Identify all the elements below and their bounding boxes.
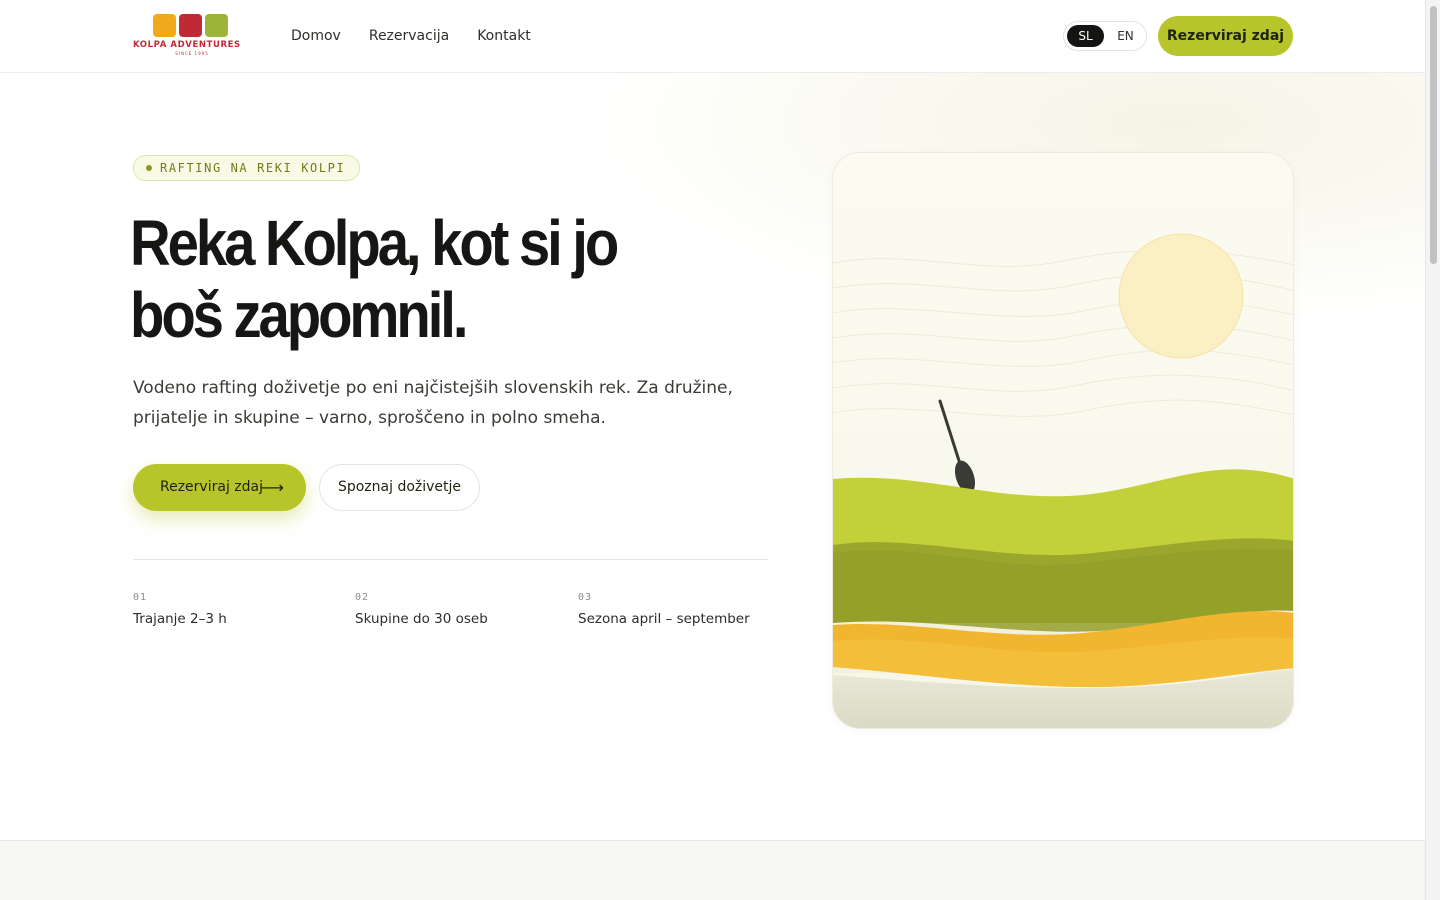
main-nav: Domov Rezervacija Kontakt [291, 26, 531, 46]
scrollbar[interactable] [1425, 0, 1440, 900]
hero-book-button-label: Rezerviraj zdaj [160, 479, 263, 495]
logo-since: SINCE 1995 [175, 51, 209, 56]
logo[interactable]: KOLPA ADVENTURES SINCE 1995 [133, 14, 251, 58]
hero-subtitle: Vodeno rafting doživetje po eni najčiste… [133, 378, 733, 428]
stat-item: 03 Sezona april – september [578, 592, 750, 627]
paddle-icon [938, 399, 976, 494]
logo-tile-red-icon [179, 14, 202, 37]
sun-icon [1118, 233, 1244, 359]
nav-item-kontakt[interactable]: Kontakt [477, 26, 531, 46]
nav-item-rezervacija[interactable]: Rezervacija [369, 26, 449, 46]
arrow-right-icon: ⟶ [261, 478, 284, 497]
stat-item: 01 Trajanje 2–3 h [133, 592, 227, 627]
header-book-button[interactable]: Rezerviraj zdaj [1158, 16, 1293, 56]
hero-title-line-2: boš zapomnil. [130, 279, 469, 351]
stat-label: Skupine do 30 oseb [355, 611, 488, 627]
next-section [0, 840, 1425, 900]
hero-divider [133, 559, 768, 560]
logo-wordmark: KOLPA ADVENTURES [133, 40, 241, 50]
hero-illustration [832, 152, 1294, 729]
hero-badge-text: RAFTING NA REKI KOLPI [160, 161, 346, 175]
stat-number: 03 [578, 592, 593, 603]
badge-dot-icon [146, 165, 152, 171]
stat-label: Trajanje 2–3 h [133, 611, 227, 627]
scrollbar-thumb[interactable] [1430, 6, 1437, 264]
hero-learn-more-button[interactable]: Spoznaj doživetje [319, 464, 480, 511]
logo-tile-orange-icon [153, 14, 176, 37]
stat-label: Sezona april – september [578, 611, 750, 627]
hero-title-line-1: Reka Kolpa, kot si jo [130, 207, 619, 279]
stat-number: 02 [355, 592, 370, 603]
stat-item: 02 Skupine do 30 oseb [355, 592, 488, 627]
site-header: KOLPA ADVENTURES SINCE 1995 Domov Rezerv… [0, 0, 1425, 73]
language-switcher: SL EN [1063, 21, 1147, 51]
hero-book-button[interactable]: Rezerviraj zdaj ⟶ [133, 464, 306, 511]
logo-tile-green-icon [205, 14, 228, 37]
hero-badge: RAFTING NA REKI KOLPI [133, 155, 361, 181]
hero-title: Reka Kolpa, kot si jo boš zapomnil. [130, 207, 623, 351]
river-illustration [833, 233, 1293, 728]
lang-option-en[interactable]: EN [1107, 25, 1144, 47]
logo-icons [153, 14, 251, 37]
nav-item-domov[interactable]: Domov [291, 26, 341, 46]
stat-number: 01 [133, 592, 148, 603]
lang-option-sl[interactable]: SL [1067, 25, 1104, 47]
